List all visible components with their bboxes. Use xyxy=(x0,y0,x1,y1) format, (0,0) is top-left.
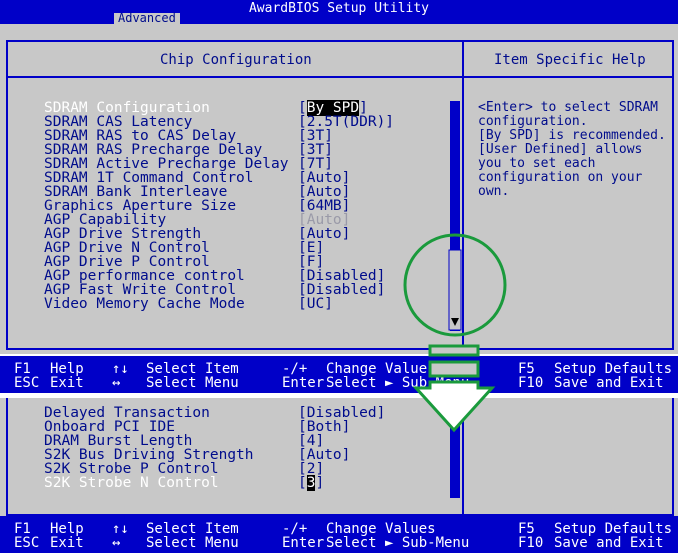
key-esc: ESC xyxy=(14,535,40,551)
setting-row-video-cache[interactable]: Video Memory Cache Mode [UC] xyxy=(44,297,464,311)
key-enter: Enter xyxy=(282,375,325,391)
setting-label: S2K Strobe N Control xyxy=(44,475,219,491)
setting-row-agp-fast-write[interactable]: AGP Fast Write Control [Disabled] xyxy=(44,283,464,297)
key-enter: Enter xyxy=(282,535,325,551)
setting-row-s2k-strobe-n[interactable]: S2K Strobe N Control [3] xyxy=(44,475,464,491)
key-enter-desc: Select ► Sub-Menu xyxy=(326,535,470,551)
help-line: [By SPD] is recommended. xyxy=(478,128,666,143)
help-line: configuration. xyxy=(478,114,588,129)
key-f5: F5 xyxy=(518,361,535,377)
key-f1: F1 xyxy=(14,361,31,377)
key-f10-desc: Save and Exit xyxy=(554,375,664,391)
setting-row-s2k-bus-driving[interactable]: S2K Bus Driving Strength [Auto] xyxy=(44,448,464,462)
key-f1-desc: Help xyxy=(50,361,84,377)
setting-value: [UC] xyxy=(298,296,333,312)
key-plusminus: -/+ xyxy=(282,521,308,537)
key-plusminus: -/+ xyxy=(282,361,308,377)
key-leftright-desc: Select Menu xyxy=(146,535,239,551)
setting-row-sdram-configuration[interactable]: SDRAM Configuration [By SPD] xyxy=(44,100,464,116)
setting-row-bank-interleave[interactable]: SDRAM Bank Interleave [Auto] xyxy=(44,185,464,199)
help-title: Item Specific Help xyxy=(494,52,646,68)
setting-row-agp-performance[interactable]: AGP performance control [Disabled] xyxy=(44,269,464,283)
setting-row-s2k-strobe-p[interactable]: S2K Strobe P Control [2] xyxy=(44,462,464,476)
key-esc: ESC xyxy=(14,375,40,391)
key-plusminus-desc: Change Values xyxy=(326,521,436,537)
setting-row-agp-capability: AGP Capability [Auto] xyxy=(44,213,464,227)
key-f5-desc: Setup Defaults xyxy=(554,361,673,377)
key-enter-desc: Select ► Sub-Menu xyxy=(326,375,470,391)
key-leftright: ↔ xyxy=(112,375,121,391)
key-f1: F1 xyxy=(14,521,31,537)
setting-row-agp-drive-strength[interactable]: AGP Drive Strength [Auto] xyxy=(44,227,464,241)
key-leftright: ↔ xyxy=(112,535,121,551)
key-f5-desc: Setup Defaults xyxy=(554,521,673,537)
key-updown-desc: Select Item xyxy=(146,521,239,537)
section-title: Chip Configuration xyxy=(160,52,312,68)
setting-value[interactable]: [3] xyxy=(298,475,324,491)
setting-row-delayed-transaction[interactable]: Delayed Transaction [Disabled] xyxy=(44,406,464,420)
help-line: [User Defined] allows xyxy=(478,142,643,157)
key-f10-desc: Save and Exit xyxy=(554,535,664,551)
key-legend-bar: F1 Help ↑↓ Select Item -/+ Change Values… xyxy=(0,516,678,553)
help-line: <Enter> to select SDRAM xyxy=(478,100,659,115)
setting-row-active-precharge[interactable]: SDRAM Active Precharge Delay [7T] xyxy=(44,157,464,171)
header-divider xyxy=(6,76,674,78)
title-bar: AwardBIOS Setup Utility Advanced xyxy=(0,0,678,24)
help-line: configuration on your xyxy=(478,170,643,185)
setting-row-1t-command[interactable]: SDRAM 1T Command Control [Auto] xyxy=(44,171,464,185)
key-legend-bar: F1 Help ↑↓ Select Item -/+ Change Values… xyxy=(0,356,678,393)
key-leftright-desc: Select Menu xyxy=(146,375,239,391)
setting-row-agp-drive-n[interactable]: AGP Drive N Control [E] xyxy=(44,241,464,255)
setting-row-onboard-pci-ide[interactable]: Onboard PCI IDE [Both] xyxy=(44,420,464,434)
setting-label: Video Memory Cache Mode xyxy=(44,296,245,312)
key-f1-desc: Help xyxy=(50,521,84,537)
key-esc-desc: Exit xyxy=(50,535,84,551)
key-updown-desc: Select Item xyxy=(146,361,239,377)
help-line: you to set each xyxy=(478,156,596,171)
app-title: AwardBIOS Setup Utility xyxy=(248,1,429,16)
key-f10: F10 xyxy=(518,535,544,551)
help-line: own. xyxy=(478,184,510,199)
setting-row-dram-burst-length[interactable]: DRAM Burst Length [4] xyxy=(44,434,464,448)
key-plusminus-desc: Change Values xyxy=(326,361,436,377)
setting-row-ras-precharge[interactable]: SDRAM RAS Precharge Delay [3T] xyxy=(44,143,464,157)
scrollbar[interactable] xyxy=(450,101,460,331)
scrollbar[interactable] xyxy=(450,398,460,498)
key-updown: ↑↓ xyxy=(112,361,129,377)
key-f10: F10 xyxy=(518,375,544,391)
setting-row-ras-to-cas[interactable]: SDRAM RAS to CAS Delay [3T] xyxy=(44,129,464,143)
setting-row-aperture-size[interactable]: Graphics Aperture Size [64MB] xyxy=(44,199,464,213)
key-f5: F5 xyxy=(518,521,535,537)
key-esc-desc: Exit xyxy=(50,375,84,391)
setting-row-agp-drive-p[interactable]: AGP Drive P Control [F] xyxy=(44,255,464,269)
menu-tab-advanced[interactable]: Advanced xyxy=(114,12,180,24)
key-updown: ↑↓ xyxy=(112,521,129,537)
setting-row-cas-latency[interactable]: SDRAM CAS Latency [2.5T(DDR)] xyxy=(44,115,464,129)
